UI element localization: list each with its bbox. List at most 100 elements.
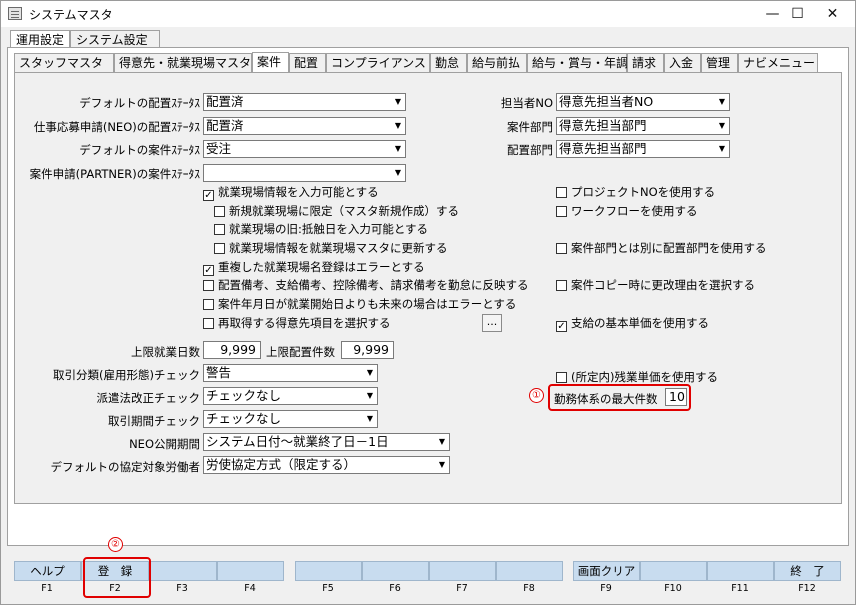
checkbox-site-info-input[interactable]: ✓ 就業現場情報を入力可能とする bbox=[203, 186, 379, 201]
max-assign-count-input[interactable]: 9,999 bbox=[341, 341, 394, 359]
checkbox-icon bbox=[556, 187, 567, 198]
chevron-down-icon: ▼ bbox=[391, 118, 405, 134]
chevron-down-icon: ▼ bbox=[435, 434, 449, 450]
neo-publish-period-label: NEO公開期間 bbox=[129, 437, 200, 451]
dispatch-law-check-select[interactable]: チェックなし ▼ bbox=[203, 387, 378, 405]
partner-case-status-label: 案件申請(PARTNER)の案件ｽﾃｰﾀｽ bbox=[29, 167, 200, 181]
chevron-down-icon: ▼ bbox=[391, 165, 405, 181]
checkbox-icon bbox=[214, 224, 225, 235]
f3-button[interactable] bbox=[149, 561, 217, 581]
f3-key-label: F3 bbox=[176, 583, 188, 594]
checkbox-renewal-reason[interactable]: 案件コピー時に更改理由を選択する bbox=[556, 279, 755, 292]
case-dept-select[interactable]: 得意先担当部門 ▼ bbox=[556, 117, 730, 135]
default-assign-status-label: デフォルトの配置ｽﾃｰﾀｽ bbox=[79, 96, 200, 110]
dispatch-law-check-label: 派遣法改正チェック bbox=[96, 391, 201, 405]
chevron-down-icon: ▼ bbox=[715, 141, 729, 157]
tab-operation-settings[interactable]: 運用設定 bbox=[10, 30, 70, 48]
tab-payment[interactable]: 入金 bbox=[664, 53, 701, 72]
f9-key-label: F9 bbox=[600, 583, 612, 594]
max-assign-count-label: 上限配置件数 bbox=[266, 345, 335, 359]
neo-assign-status-label: 仕事応募申請(NEO)の配置ｽﾃｰﾀｽ bbox=[33, 120, 200, 134]
checkbox-duplicate-site-error[interactable]: ✓ 重複した就業現場名登録はエラーとする bbox=[203, 261, 425, 276]
tab-attendance[interactable]: 勤怠 bbox=[430, 53, 467, 72]
default-case-status-select[interactable]: 受注 ▼ bbox=[203, 140, 406, 158]
checkbox-icon bbox=[203, 318, 214, 329]
tab-management[interactable]: 管理 bbox=[701, 53, 738, 72]
partner-case-status-select[interactable]: ▼ bbox=[203, 164, 406, 182]
tab-case[interactable]: 案件 bbox=[252, 52, 289, 73]
checkbox-checked-icon: ✓ bbox=[203, 265, 214, 276]
max-work-system-label: 勤務体系の最大件数 bbox=[554, 392, 658, 406]
tab-system-settings[interactable]: システム設定 bbox=[70, 30, 160, 48]
tab-compliance[interactable]: コンプライアンス bbox=[326, 53, 430, 72]
chevron-down-icon: ▼ bbox=[363, 365, 377, 381]
employment-check-select[interactable]: 警告 ▼ bbox=[203, 364, 378, 382]
tab-navi-menu[interactable]: ナビメニュー bbox=[738, 53, 818, 72]
neo-assign-status-select[interactable]: 配置済 ▼ bbox=[203, 117, 406, 135]
checkbox-icon bbox=[203, 299, 214, 310]
checkbox-separate-assign-dept[interactable]: 案件部門とは別に配置部門を使用する bbox=[556, 242, 767, 255]
max-work-days-input[interactable]: 9,999 bbox=[203, 341, 261, 359]
default-agreement-worker-select[interactable]: 労使協定方式（限定する） ▼ bbox=[203, 456, 450, 474]
f7-button[interactable] bbox=[429, 561, 496, 581]
assign-dept-label: 配置部門 bbox=[507, 143, 553, 157]
default-case-status-label: デフォルトの案件ｽﾃｰﾀｽ bbox=[79, 143, 200, 157]
person-no-label: 担当者NO bbox=[500, 96, 553, 110]
f5-button[interactable] bbox=[295, 561, 362, 581]
case-dept-label: 案件部門 bbox=[507, 120, 553, 134]
checkbox-icon bbox=[556, 280, 567, 291]
f8-button[interactable] bbox=[496, 561, 563, 581]
tab-salary-advance[interactable]: 給与前払 bbox=[467, 53, 527, 72]
max-work-days-label: 上限就業日数 bbox=[131, 345, 200, 359]
checkbox-update-site-master[interactable]: 就業現場情報を就業現場マスタに更新する bbox=[214, 242, 448, 255]
checkbox-future-date-error[interactable]: 案件年月日が就業開始日よりも未来の場合はエラーとする bbox=[203, 298, 516, 311]
title-bar: システムマスタ — ☐ ✕ bbox=[1, 1, 855, 27]
checkbox-old-conflict-date[interactable]: 就業現場の旧:抵触日を入力可能とする bbox=[214, 223, 428, 236]
max-work-system-input[interactable]: 10 bbox=[665, 388, 687, 406]
tab-staff-master[interactable]: スタッフマスタ bbox=[14, 53, 114, 72]
f5-key-label: F5 bbox=[322, 583, 334, 594]
checkbox-new-site-only[interactable]: 新規就業現場に限定（マスタ新規作成）する bbox=[214, 205, 459, 218]
f6-key-label: F6 bbox=[389, 583, 401, 594]
tab-client-site-master[interactable]: 得意先・就業現場マスタ bbox=[114, 53, 252, 72]
neo-publish-period-select[interactable]: システム日付～就業終了日－1日 ▼ bbox=[203, 433, 450, 451]
f6-button[interactable] bbox=[362, 561, 429, 581]
assign-dept-select[interactable]: 得意先担当部門 ▼ bbox=[556, 140, 730, 158]
annotation-marker-2: ② bbox=[108, 537, 123, 552]
checkbox-reacquire-client-items[interactable]: 再取得する得意先項目を選択する bbox=[203, 317, 391, 330]
f10-key-label: F10 bbox=[664, 583, 682, 594]
f10-button[interactable] bbox=[640, 561, 707, 581]
select-items-button[interactable]: ... bbox=[482, 314, 502, 332]
chevron-down-icon: ▼ bbox=[363, 411, 377, 427]
person-no-select[interactable]: 得意先担当者NO ▼ bbox=[556, 93, 730, 111]
checkbox-overtime-unit-price[interactable]: (所定内)残業単価を使用する bbox=[556, 371, 718, 384]
trade-period-check-select[interactable]: チェックなし ▼ bbox=[203, 410, 378, 428]
app-icon bbox=[8, 7, 22, 20]
chevron-down-icon: ▼ bbox=[715, 94, 729, 110]
f12-exit-button[interactable]: 終 了 bbox=[774, 561, 841, 581]
tab-assignment[interactable]: 配置 bbox=[289, 53, 326, 72]
chevron-down-icon: ▼ bbox=[435, 457, 449, 473]
f11-button[interactable] bbox=[707, 561, 774, 581]
f9-clear-button[interactable]: 画面クリア bbox=[573, 561, 640, 581]
checkbox-workflow[interactable]: ワークフローを使用する bbox=[556, 205, 698, 218]
trade-period-check-label: 取引期間チェック bbox=[108, 414, 200, 428]
checkbox-icon bbox=[203, 280, 214, 291]
default-agreement-worker-label: デフォルトの協定対象労働者 bbox=[50, 460, 201, 474]
f1-help-button[interactable]: ヘルプ bbox=[14, 561, 81, 581]
default-assign-status-select[interactable]: 配置済 ▼ bbox=[203, 93, 406, 111]
f12-key-label: F12 bbox=[798, 583, 816, 594]
annotation-marker-1: ① bbox=[529, 388, 544, 403]
tab-billing[interactable]: 請求 bbox=[627, 53, 664, 72]
f4-button[interactable] bbox=[217, 561, 284, 581]
f7-key-label: F7 bbox=[456, 583, 468, 594]
tab-salary-bonus[interactable]: 給与・賞与・年調 bbox=[527, 53, 628, 72]
checkbox-icon bbox=[214, 243, 225, 254]
window-title: システムマスタ bbox=[29, 8, 113, 22]
checkbox-reflect-notes[interactable]: 配置備考、支給備考、控除備考、請求備考を勤怠に反映する bbox=[203, 279, 529, 292]
checkbox-checked-icon: ✓ bbox=[203, 190, 214, 201]
chevron-down-icon: ▼ bbox=[363, 388, 377, 404]
checkbox-basic-unit-price[interactable]: ✓ 支給の基本単価を使用する bbox=[556, 317, 709, 332]
close-button[interactable]: ✕ bbox=[810, 1, 855, 27]
checkbox-project-no[interactable]: プロジェクトNOを使用する bbox=[556, 186, 715, 199]
